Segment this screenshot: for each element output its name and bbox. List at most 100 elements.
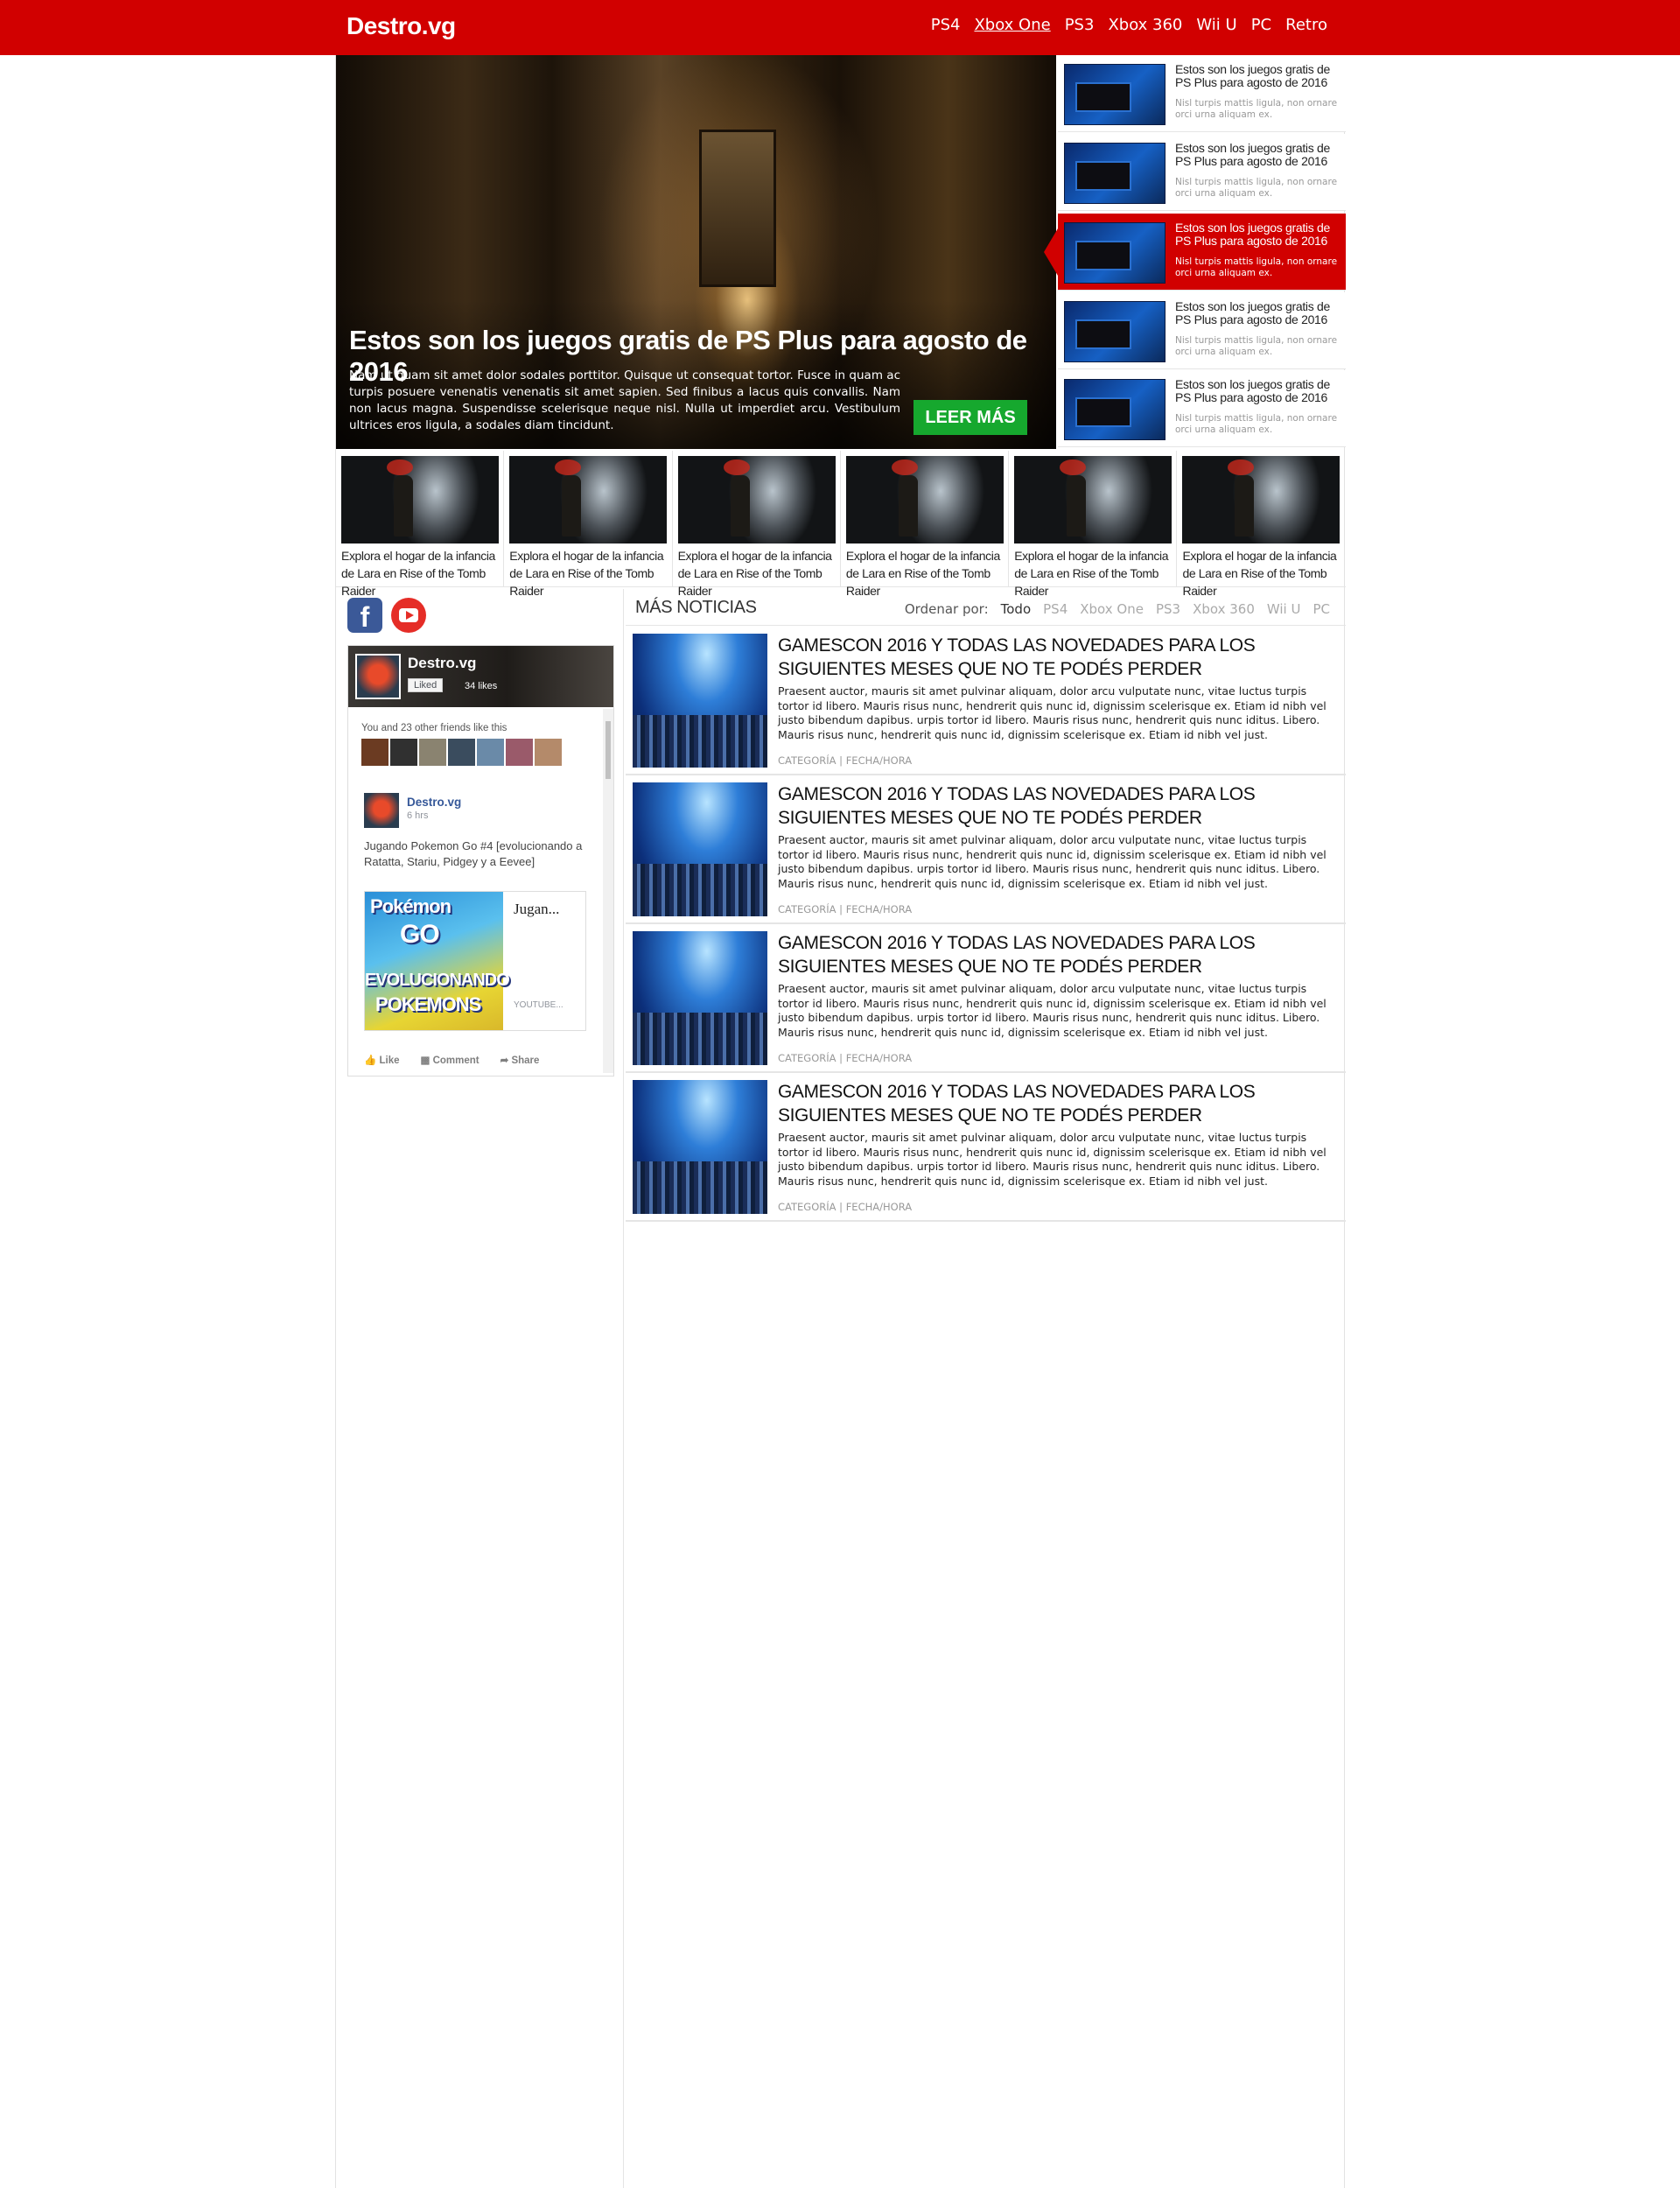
article-meta: CATEGORÍA | FECHA/HORA xyxy=(778,1052,913,1064)
read-more-button[interactable]: LEER MÁS xyxy=(914,400,1027,435)
article-thumbnail[interactable] xyxy=(633,634,767,768)
strip-thumbnail xyxy=(1182,456,1340,543)
side-list-item[interactable]: Estos son los juegos gratis de PS Plus p… xyxy=(1058,55,1346,132)
side-item-title: Estos son los juegos gratis de PS Plus p… xyxy=(1175,299,1330,326)
side-item-title: Estos son los juegos gratis de PS Plus p… xyxy=(1175,377,1330,404)
fb-widget-header: Destro.vg Liked 34 likes xyxy=(348,646,613,707)
hero-side-list: Estos son los juegos gratis de PS Plus p… xyxy=(1044,55,1346,449)
fb-post-avatar[interactable] xyxy=(364,793,399,828)
sort-option-xbox-one[interactable]: Xbox One xyxy=(1080,601,1144,617)
fb-feed-scrollbar[interactable] xyxy=(603,709,613,1073)
strip-thumbnail xyxy=(509,456,668,543)
fb-share-action[interactable]: ➦ Share xyxy=(500,1054,540,1066)
nav-item-wii-u[interactable]: Wii U xyxy=(1196,16,1236,34)
nav-item-pc[interactable]: PC xyxy=(1251,16,1271,34)
fb-share-label: Share xyxy=(511,1055,540,1066)
nav-item-retro[interactable]: Retro xyxy=(1285,16,1327,34)
side-item-thumbnail xyxy=(1064,301,1166,362)
fb-card-image-text: POKEMONS xyxy=(375,993,481,1015)
side-list-item[interactable]: Estos son los juegos gratis de PS Plus p… xyxy=(1058,292,1346,369)
fb-likes-count: 34 likes xyxy=(465,681,498,691)
featured-strip: Explora el hogar de la infancia de Lara … xyxy=(336,451,1346,598)
sort-option-wii-u[interactable]: Wii U xyxy=(1267,601,1301,617)
fb-post-link-card[interactable]: Pokémon GO EVOLUCIONANDO POKEMONS Jugan.… xyxy=(364,891,586,1031)
article-meta: CATEGORÍA | FECHA/HORA xyxy=(778,903,913,915)
news-header: MÁS NOTICIAS Ordenar por: Todo PS4 Xbox … xyxy=(626,589,1346,626)
thumbs-up-icon: 👍 xyxy=(364,1055,380,1066)
nav-item-xbox-one[interactable]: Xbox One xyxy=(974,16,1050,34)
article-title[interactable]: Gamescon 2016 y todas las novedades para… xyxy=(778,634,1338,681)
article-thumbnail[interactable] xyxy=(633,1080,767,1214)
fb-friend-avatars xyxy=(361,739,562,766)
sort-option-pc[interactable]: PC xyxy=(1312,601,1330,617)
article-title[interactable]: Gamescon 2016 y todas las novedades para… xyxy=(778,1080,1338,1127)
friend-avatar[interactable] xyxy=(477,739,504,766)
nav-item-ps4[interactable]: PS4 xyxy=(931,16,961,34)
hero-slider[interactable]: Estos son los juegos gratis de PS Plus p… xyxy=(336,55,1056,449)
strip-card[interactable]: Explora el hogar de la infancia de Lara … xyxy=(336,451,505,598)
friend-avatar[interactable] xyxy=(390,739,417,766)
side-item-desc: Nisl turpis mattis ligula, non ornare or… xyxy=(1175,335,1338,357)
friend-avatar[interactable] xyxy=(448,739,475,766)
fb-comment-action[interactable]: ▩ Comment xyxy=(421,1054,480,1066)
side-item-title: Estos son los juegos gratis de PS Plus p… xyxy=(1175,62,1330,89)
side-item-thumbnail xyxy=(1064,379,1166,440)
article-title[interactable]: Gamescon 2016 y todas las novedades para… xyxy=(778,782,1338,830)
strip-thumbnail xyxy=(1014,456,1172,543)
fb-feed[interactable]: You and 23 other friends like this Destr… xyxy=(348,709,613,1073)
fb-card-image-text: EVOLUCIONANDO xyxy=(365,971,510,990)
friend-avatar[interactable] xyxy=(419,739,446,766)
nav-item-ps3[interactable]: PS3 xyxy=(1065,16,1095,34)
share-icon: ➦ xyxy=(500,1055,512,1066)
fb-like-action[interactable]: 👍 Like xyxy=(364,1054,400,1066)
friend-avatar[interactable] xyxy=(535,739,562,766)
fb-friends-label: You and 23 other friends like this xyxy=(361,723,508,733)
platform-nav: PS4 Xbox One PS3 Xbox 360 Wii U PC Retro xyxy=(931,16,1327,34)
article-excerpt: Praesent auctor, mauris sit amet pulvina… xyxy=(778,684,1326,741)
news-heading: MÁS NOTICIAS xyxy=(635,598,757,617)
side-list-item[interactable]: Estos son los juegos gratis de PS Plus p… xyxy=(1058,134,1346,211)
sort-label: Ordenar por: xyxy=(904,601,989,617)
strip-thumbnail xyxy=(677,456,836,543)
strip-card[interactable]: Explora el hogar de la infancia de Lara … xyxy=(504,451,673,598)
side-item-desc: Nisl turpis mattis ligula, non ornare or… xyxy=(1175,177,1338,199)
fb-post-actions: 👍 Like ▩ Comment ➦ Share xyxy=(364,1054,539,1066)
fb-liked-button[interactable]: Liked xyxy=(408,678,444,692)
article-meta: CATEGORÍA | FECHA/HORA xyxy=(778,1201,913,1213)
article-thumbnail[interactable] xyxy=(633,931,767,1065)
facebook-icon[interactable]: f xyxy=(347,598,382,633)
friend-avatar[interactable] xyxy=(506,739,533,766)
strip-card[interactable]: Explora el hogar de la infancia de Lara … xyxy=(673,451,841,598)
sort-option-ps3[interactable]: PS3 xyxy=(1156,601,1180,617)
strip-card[interactable]: Explora el hogar de la infancia de Lara … xyxy=(1177,451,1345,598)
friend-avatar[interactable] xyxy=(361,739,388,766)
article-thumbnail[interactable] xyxy=(633,782,767,916)
sort-option-ps4[interactable]: PS4 xyxy=(1043,601,1068,617)
side-list-item[interactable]: Estos son los juegos gratis de PS Plus p… xyxy=(1058,370,1346,447)
strip-card[interactable]: Explora el hogar de la infancia de Lara … xyxy=(841,451,1010,598)
strip-card[interactable]: Explora el hogar de la infancia de Lara … xyxy=(1009,451,1178,598)
article-title[interactable]: Gamescon 2016 y todas las novedades para… xyxy=(778,931,1338,978)
news-article[interactable]: Gamescon 2016 y todas las novedades para… xyxy=(626,627,1346,775)
fb-page-avatar[interactable] xyxy=(355,654,401,699)
sort-option-xbox-360[interactable]: Xbox 360 xyxy=(1193,601,1255,617)
top-navbar: Destro.vg PS4 Xbox One PS3 Xbox 360 Wii … xyxy=(0,0,1680,55)
news-sort-filter: Ordenar por: Todo PS4 Xbox One PS3 Xbox … xyxy=(905,601,1330,617)
news-article[interactable]: Gamescon 2016 y todas las novedades para… xyxy=(626,1073,1346,1222)
side-list-item-active[interactable]: Estos son los juegos gratis de PS Plus p… xyxy=(1044,214,1346,291)
news-article[interactable]: Gamescon 2016 y todas las novedades para… xyxy=(626,924,1346,1073)
fb-post-author[interactable]: Destro.vg xyxy=(407,796,461,809)
side-item-desc: Nisl turpis mattis ligula, non ornare or… xyxy=(1175,256,1338,278)
news-article[interactable]: Gamescon 2016 y todas las novedades para… xyxy=(626,775,1346,924)
fb-page-name[interactable]: Destro.vg xyxy=(408,655,476,672)
fb-post-time[interactable]: 6 hrs xyxy=(407,810,428,821)
more-news-section: MÁS NOTICIAS Ordenar por: Todo PS4 Xbox … xyxy=(626,589,1346,2188)
fb-card-title: Jugan... xyxy=(514,901,560,917)
fb-card-image: Pokémon GO EVOLUCIONANDO POKEMONS xyxy=(365,892,510,1030)
site-logo[interactable]: Destro.vg xyxy=(346,12,456,40)
nav-item-xbox-360[interactable]: Xbox 360 xyxy=(1108,16,1182,34)
sort-option-todo[interactable]: Todo xyxy=(1001,601,1032,617)
fb-card-source: YOUTUBE... xyxy=(514,1000,564,1010)
youtube-icon[interactable] xyxy=(391,598,426,633)
article-excerpt: Praesent auctor, mauris sit amet pulvina… xyxy=(778,982,1326,1039)
